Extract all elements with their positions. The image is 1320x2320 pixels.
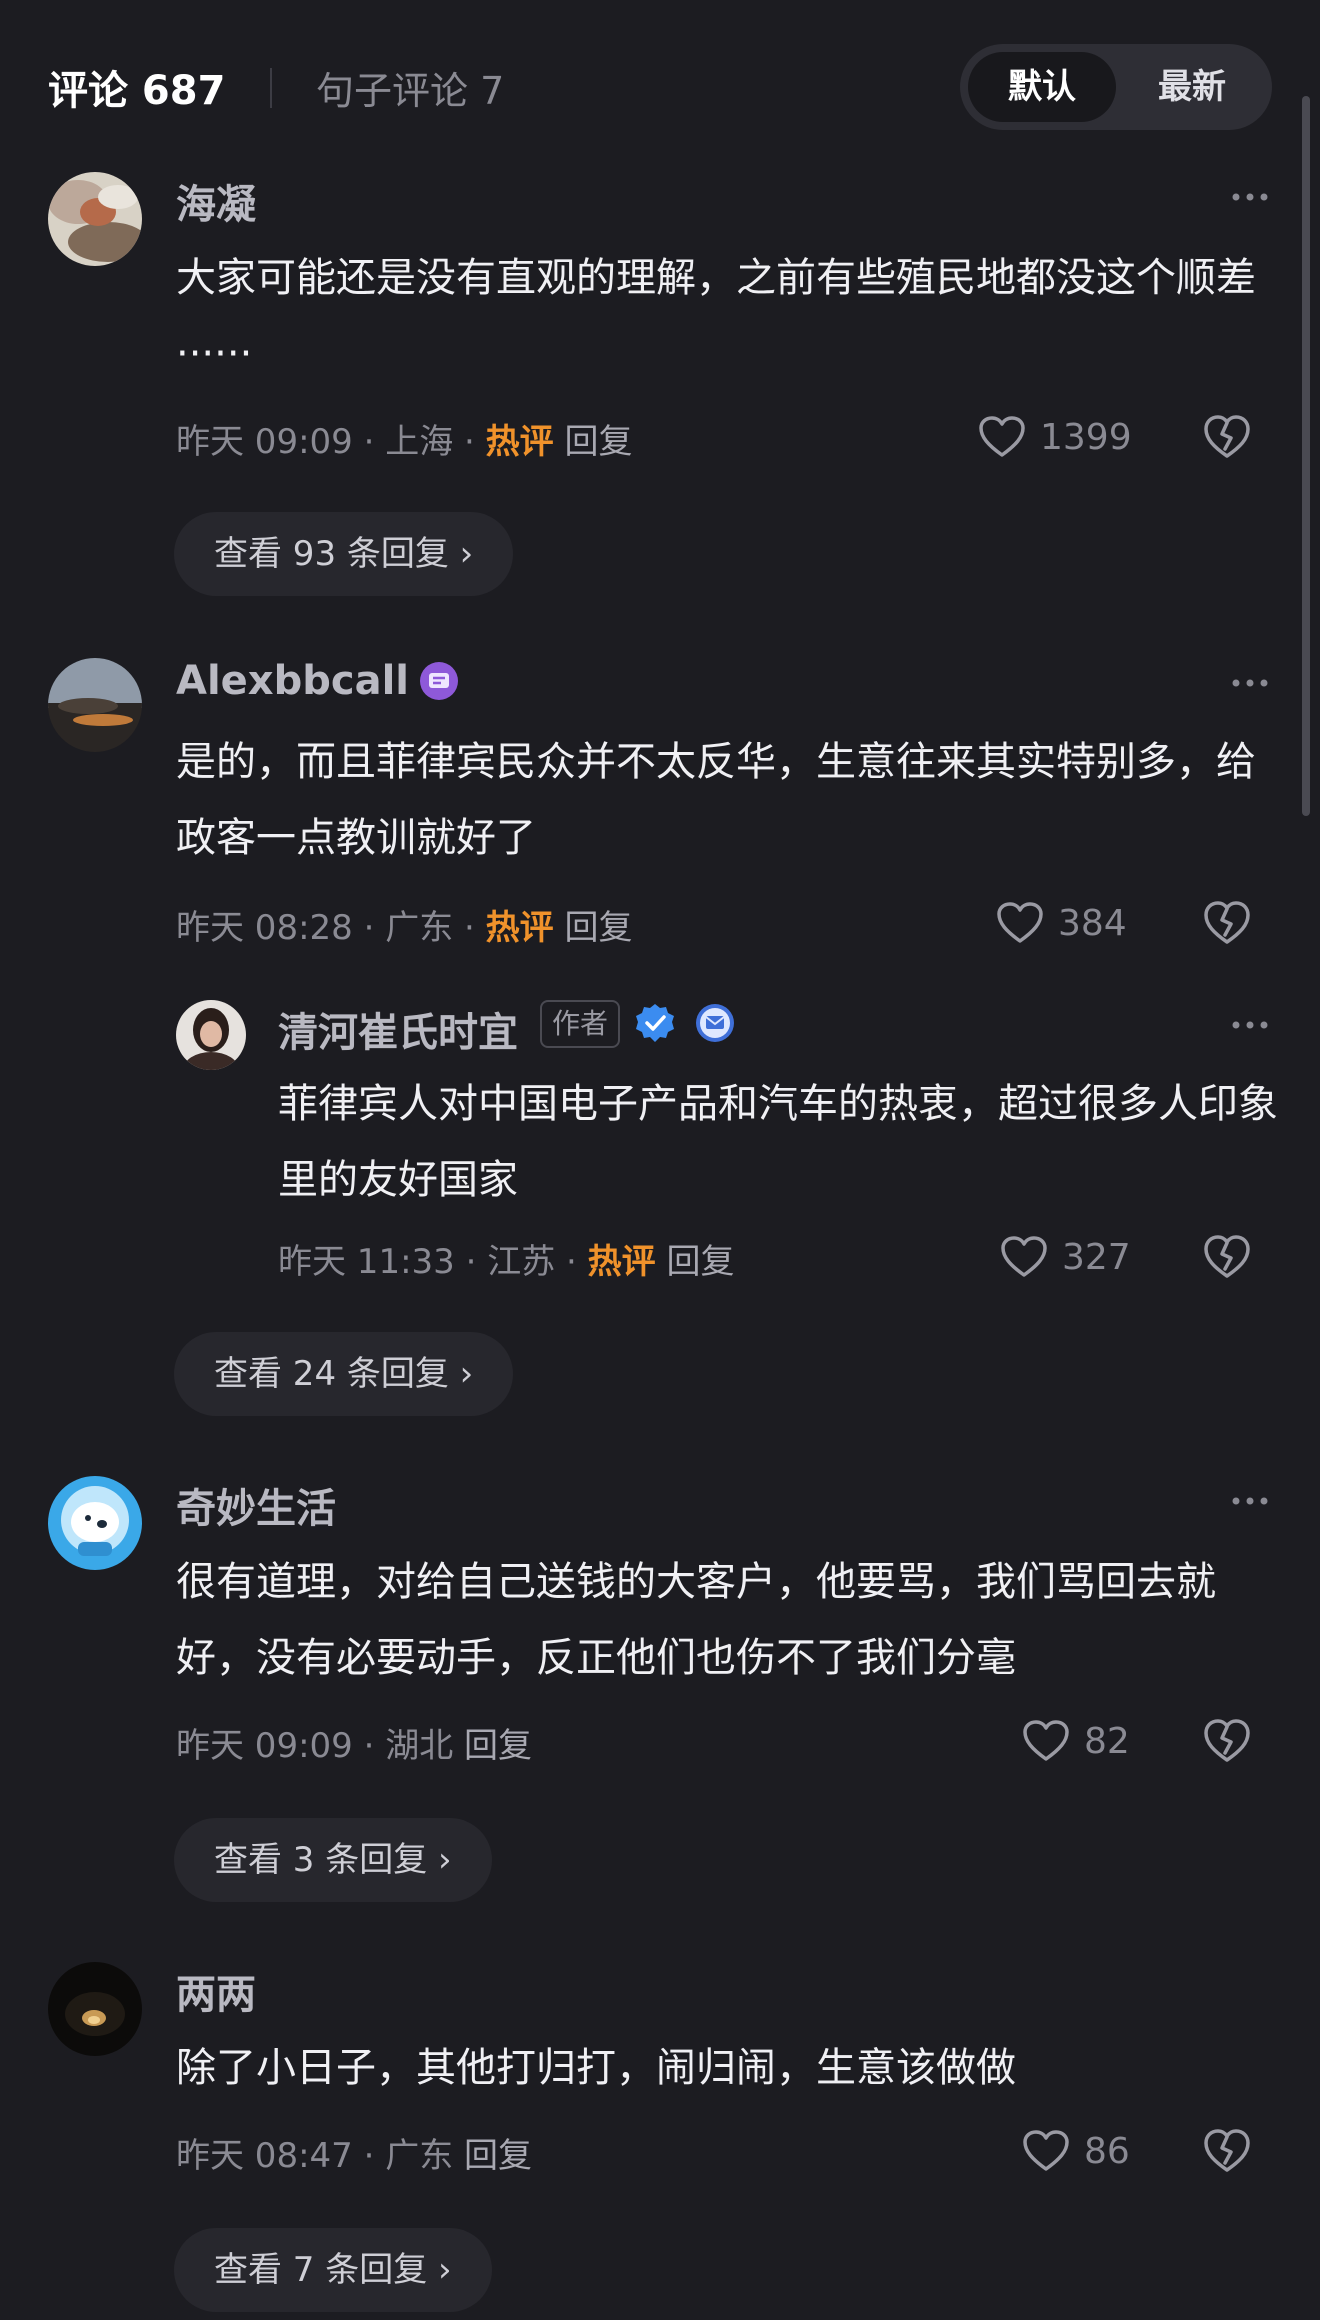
avatar[interactable] xyxy=(48,1476,142,1570)
avatar[interactable] xyxy=(176,1000,246,1070)
username[interactable]: 两两 xyxy=(176,1962,256,2020)
header-divider xyxy=(270,68,272,108)
more-icon[interactable] xyxy=(1230,672,1270,692)
comment-time: 昨天 11:33 xyxy=(278,1242,455,1282)
view-replies-button[interactable]: 查看 7 条回复 › xyxy=(174,2228,492,2312)
reply-button[interactable]: 回复 xyxy=(464,1726,532,1766)
comment-location: 广东 xyxy=(385,908,454,948)
comment-time: 昨天 09:09 xyxy=(176,422,353,462)
heart-icon xyxy=(1023,2130,1069,2171)
like-count: 327 xyxy=(1062,1236,1131,1278)
meta-separator: · xyxy=(453,908,486,948)
comment-text: 除了小日子，其他打归打，闹归闹，生意该做做 xyxy=(176,2045,1016,2091)
hot-badge: 热评 xyxy=(587,1242,656,1282)
hot-badge: 热评 xyxy=(485,422,554,462)
like-count: 1399 xyxy=(1040,416,1132,458)
sort-toggle: 默认 最新 xyxy=(960,44,1272,130)
comment-text: 是的，而且菲律宾民众并不太反华，生意往来其实特别多，给政客一点教训就好了 xyxy=(176,739,1256,861)
view-replies-button[interactable]: 查看 93 条回复 › xyxy=(174,512,514,596)
username[interactable]: 奇妙生活 xyxy=(176,1476,336,1534)
comment-meta: 昨天 08:28 · 广东 · 热评 回复 xyxy=(176,900,632,949)
comment-meta: 昨天 11:33 · 江苏 · 热评 回复 xyxy=(278,1234,734,1283)
meta-separator: · xyxy=(352,1726,386,1766)
comment-text: 很有道理，对给自己送钱的大客户，他要骂，我们骂回去就好，没有必要动手，反正他们也… xyxy=(176,1559,1216,1681)
comment-meta: 昨天 09:09 · 上海 · 热评 回复 xyxy=(176,414,632,463)
meta-separator: · xyxy=(352,908,386,948)
tab-comments[interactable]: 评论 687 xyxy=(48,58,225,116)
reply-button[interactable]: 回复 xyxy=(564,908,632,948)
like-count: 86 xyxy=(1084,2130,1130,2172)
author-badge: 作者 xyxy=(540,1000,621,1048)
sort-latest-button[interactable]: 最新 xyxy=(1120,52,1264,122)
message-badge-icon xyxy=(694,1002,736,1044)
verified-icon xyxy=(634,1002,676,1044)
username[interactable]: Alexbbcall xyxy=(176,658,409,704)
comment-meta: 昨天 08:47 · 广东 回复 xyxy=(176,2128,532,2177)
comment-meta: 昨天 09:09 · 湖北 回复 xyxy=(176,1718,532,1767)
like-button[interactable]: 327 xyxy=(1000,1232,1131,1282)
comment-location: 上海 xyxy=(385,422,454,462)
like-count: 384 xyxy=(1058,902,1127,944)
comment-location: 广东 xyxy=(385,2136,454,2176)
sort-default-button[interactable]: 默认 xyxy=(968,52,1116,122)
comment-header: 评论 687 句子评论 7 默认 最新 xyxy=(0,0,1320,170)
reply-button[interactable]: 回复 xyxy=(564,422,632,462)
comment-time: 昨天 09:09 xyxy=(176,1726,353,1766)
comment-location: 湖北 xyxy=(385,1726,454,1766)
more-icon[interactable] xyxy=(1230,1490,1270,1510)
dislike-icon[interactable] xyxy=(1202,2126,1252,2176)
dislike-icon[interactable] xyxy=(1202,412,1252,462)
more-icon[interactable] xyxy=(1230,1014,1270,1034)
reply-button[interactable]: 回复 xyxy=(464,2136,532,2176)
meta-separator: · xyxy=(453,422,486,462)
dislike-icon[interactable] xyxy=(1202,898,1252,948)
avatar[interactable] xyxy=(48,658,142,752)
avatar[interactable] xyxy=(48,1962,142,2056)
view-replies-button[interactable]: 查看 24 条回复 › xyxy=(174,1332,514,1416)
comment-text: 大家可能还是没有直观的理解，之前有些殖民地都没这个顺差······ xyxy=(176,255,1256,377)
like-button[interactable]: 86 xyxy=(1022,2126,1130,2176)
heart-icon xyxy=(1001,1236,1047,1277)
more-icon[interactable] xyxy=(1230,186,1270,206)
comment-text: 菲律宾人对中国电子产品和汽车的热衷，超过很多人印象里的友好国家 xyxy=(278,1081,1278,1203)
vip-badge-icon xyxy=(418,660,460,702)
like-count: 82 xyxy=(1084,1720,1130,1762)
dislike-icon[interactable] xyxy=(1202,1232,1252,1282)
view-replies-button[interactable]: 查看 3 条回复 › xyxy=(174,1818,492,1902)
like-button[interactable]: 1399 xyxy=(978,412,1132,462)
scrollbar[interactable] xyxy=(1302,96,1310,816)
username[interactable]: 海凝 xyxy=(176,172,256,230)
heart-icon xyxy=(1023,1720,1069,1761)
meta-separator: · xyxy=(352,2136,386,2176)
meta-separator: · xyxy=(555,1242,588,1282)
comment-time: 昨天 08:47 xyxy=(176,2136,353,2176)
heart-icon xyxy=(979,416,1025,457)
meta-separator: · xyxy=(454,1242,488,1282)
tab-sentence-comments[interactable]: 句子评论 7 xyxy=(316,60,504,115)
like-button[interactable]: 384 xyxy=(996,898,1127,948)
heart-icon xyxy=(997,902,1043,943)
dislike-icon[interactable] xyxy=(1202,1716,1252,1766)
comment-location: 江苏 xyxy=(487,1242,556,1282)
username[interactable]: 清河崔氏时宜 xyxy=(278,1000,518,1058)
hot-badge: 热评 xyxy=(485,908,554,948)
comment-time: 昨天 08:28 xyxy=(176,908,353,948)
reply-button[interactable]: 回复 xyxy=(666,1242,734,1282)
meta-separator: · xyxy=(352,422,386,462)
avatar[interactable] xyxy=(48,172,142,266)
like-button[interactable]: 82 xyxy=(1022,1716,1130,1766)
